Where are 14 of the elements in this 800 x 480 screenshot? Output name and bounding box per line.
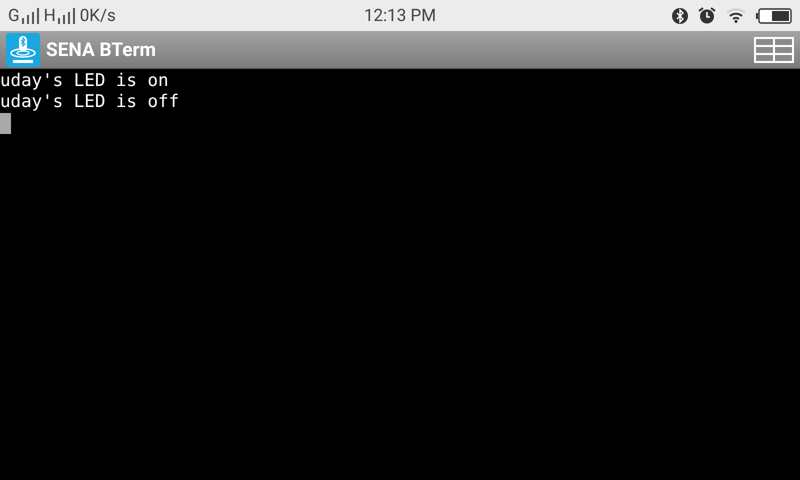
network-speed: 0K/s <box>80 6 116 26</box>
app-title: SENA BTerm <box>46 38 156 61</box>
terminal-line: uday's LED is on <box>0 71 169 92</box>
alarm-clock-icon <box>698 7 716 24</box>
terminal-line: uday's LED is off <box>0 92 180 113</box>
network-type: H <box>44 6 56 26</box>
grid-menu-button[interactable] <box>754 36 794 62</box>
network-type: G <box>8 6 20 26</box>
app-logo-icon <box>6 32 40 66</box>
text-cursor <box>0 113 11 134</box>
clock-time: 12:13 PM <box>364 6 436 26</box>
battery-icon <box>756 8 792 24</box>
wifi-icon <box>726 8 746 23</box>
bluetooth-icon <box>672 8 688 24</box>
